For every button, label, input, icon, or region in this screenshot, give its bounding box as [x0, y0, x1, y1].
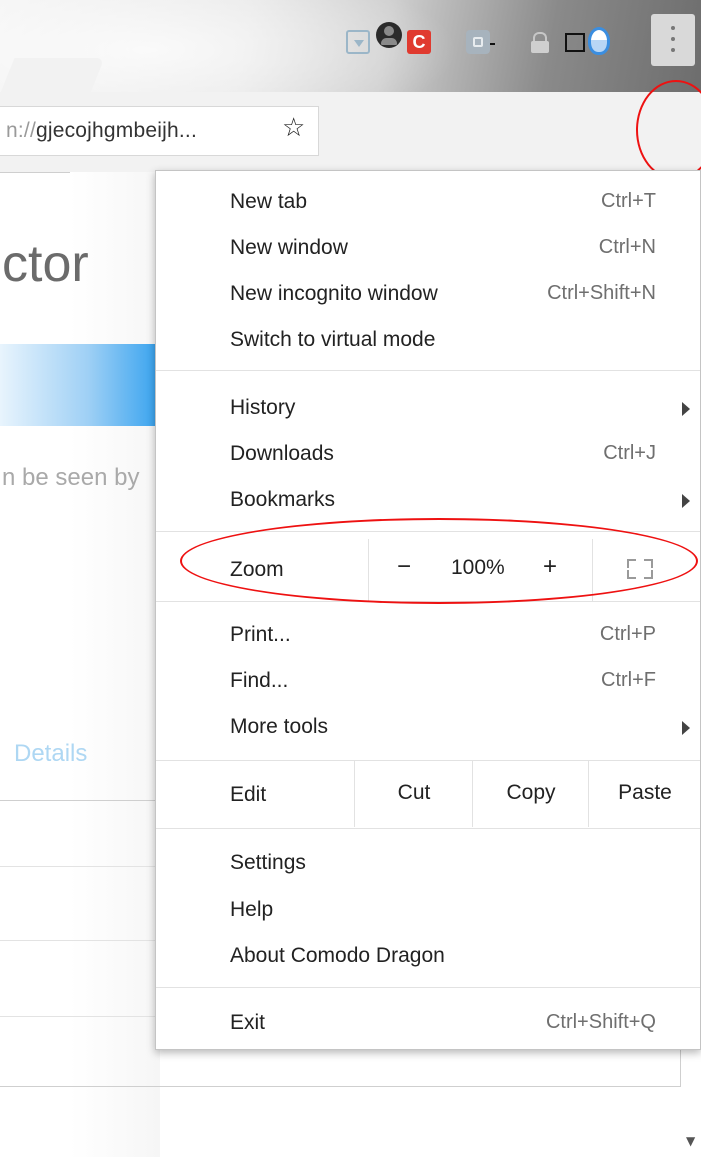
page-divider	[0, 940, 160, 941]
bookmark-star-icon[interactable]: ☆	[282, 113, 305, 143]
menu-item-label: New window	[230, 236, 348, 259]
menu-item-shortcut: Ctrl+T	[601, 190, 656, 212]
menu-item-shortcut: Ctrl+Shift+N	[547, 282, 656, 304]
browser-menu-button[interactable]	[651, 14, 695, 66]
lock-extension-icon[interactable]	[528, 30, 552, 54]
address-bar[interactable]: n://gjecojhgmbeijh... ☆	[0, 106, 319, 156]
profile-icon[interactable]	[376, 22, 402, 48]
edit-row: Edit Cut Copy Paste	[156, 761, 700, 827]
download-extension-icon[interactable]	[346, 30, 370, 54]
menu-item-label: Exit	[230, 1011, 266, 1034]
page-divider	[0, 866, 160, 867]
menu-item-shortcut: Ctrl+J	[603, 442, 656, 464]
menu-item-about[interactable]: About Comodo Dragon	[156, 933, 700, 979]
menu-item-shortcut: Ctrl+Shift+Q	[545, 1011, 656, 1033]
menu-item-history[interactable]: History	[156, 385, 700, 431]
menu-item-label: Help	[230, 898, 274, 921]
menu-item-more-tools[interactable]: More tools	[156, 704, 700, 750]
puzzle-extension-icon[interactable]	[466, 30, 490, 54]
menu-item-label: Find...	[230, 669, 289, 692]
submenu-arrow-icon	[682, 721, 690, 735]
url-scheme: n://	[6, 119, 36, 142]
browser-toolbar: n://gjecojhgmbeijh... ☆	[0, 92, 701, 173]
browser-tab[interactable]	[0, 58, 105, 92]
submenu-arrow-icon	[682, 494, 690, 508]
url-host: gjecojhgmbeijh...	[35, 119, 197, 142]
menu-item-shortcut: Ctrl+P	[599, 623, 656, 645]
url-text: n://gjecojhgmbeijh...	[6, 119, 197, 143]
menu-item-label: Switch to virtual mode	[230, 328, 436, 351]
menu-item-shortcut: Ctrl+N	[598, 236, 656, 258]
menu-item-new-window[interactable]: New window Ctrl+N	[156, 225, 700, 271]
menu-dot-icon	[671, 26, 675, 30]
menu-item-bookmarks[interactable]: Bookmarks	[156, 477, 700, 523]
page-text: n be seen by	[2, 464, 140, 491]
paste-label: Paste	[618, 781, 672, 804]
menu-separator	[156, 370, 700, 371]
menu-separator	[156, 828, 700, 829]
submenu-arrow-icon	[682, 402, 690, 416]
menu-item-settings[interactable]: Settings	[156, 840, 700, 886]
menu-item-shortcut: Ctrl+F	[601, 669, 656, 691]
menu-item-label: Bookmarks	[230, 488, 336, 511]
highlight-circle-zoom	[180, 518, 698, 604]
menu-item-label: Settings	[230, 851, 306, 874]
menu-item-switch-virtual-mode[interactable]: Switch to virtual mode	[156, 317, 700, 363]
menu-item-label: Downloads	[230, 442, 334, 465]
scroll-down-icon[interactable]: ▼	[686, 1134, 695, 1148]
paste-button[interactable]: Paste	[588, 761, 701, 827]
shield-extension-icon[interactable]	[588, 27, 610, 55]
menu-item-label: History	[230, 396, 296, 419]
details-link[interactable]: Details	[14, 740, 87, 768]
menu-dot-icon	[671, 48, 675, 52]
menu-item-label: Print...	[230, 623, 291, 646]
maximize-icon	[565, 32, 585, 52]
menu-item-new-tab[interactable]: New tab Ctrl+T	[156, 179, 700, 225]
cut-button[interactable]: Cut	[354, 761, 473, 827]
menu-item-exit[interactable]: Exit Ctrl+Shift+Q	[156, 1000, 700, 1046]
menu-item-label: New incognito window	[230, 282, 438, 305]
menu-item-find[interactable]: Find... Ctrl+F	[156, 658, 700, 704]
edit-label: Edit	[230, 783, 267, 806]
menu-item-label: New tab	[230, 190, 308, 213]
copy-label: Copy	[506, 781, 556, 804]
menu-dot-icon	[671, 37, 675, 41]
cut-label: Cut	[397, 781, 431, 804]
page-banner	[0, 344, 160, 426]
menu-item-downloads[interactable]: Downloads Ctrl+J	[156, 431, 700, 477]
page-divider	[0, 1016, 160, 1017]
browser-menu: New tab Ctrl+T New window Ctrl+N New inc…	[155, 170, 701, 1050]
comodo-extension-icon[interactable]: C	[407, 30, 431, 54]
menu-item-label: More tools	[230, 715, 329, 738]
menu-separator	[156, 987, 700, 988]
menu-item-help[interactable]: Help	[156, 887, 700, 933]
menu-item-new-incognito-window[interactable]: New incognito window Ctrl+Shift+N	[156, 271, 700, 317]
menu-item-label: About Comodo Dragon	[230, 944, 445, 967]
copy-button[interactable]: Copy	[472, 761, 589, 827]
page-heading: ctor	[2, 235, 89, 293]
menu-item-print[interactable]: Print... Ctrl+P	[156, 612, 700, 658]
